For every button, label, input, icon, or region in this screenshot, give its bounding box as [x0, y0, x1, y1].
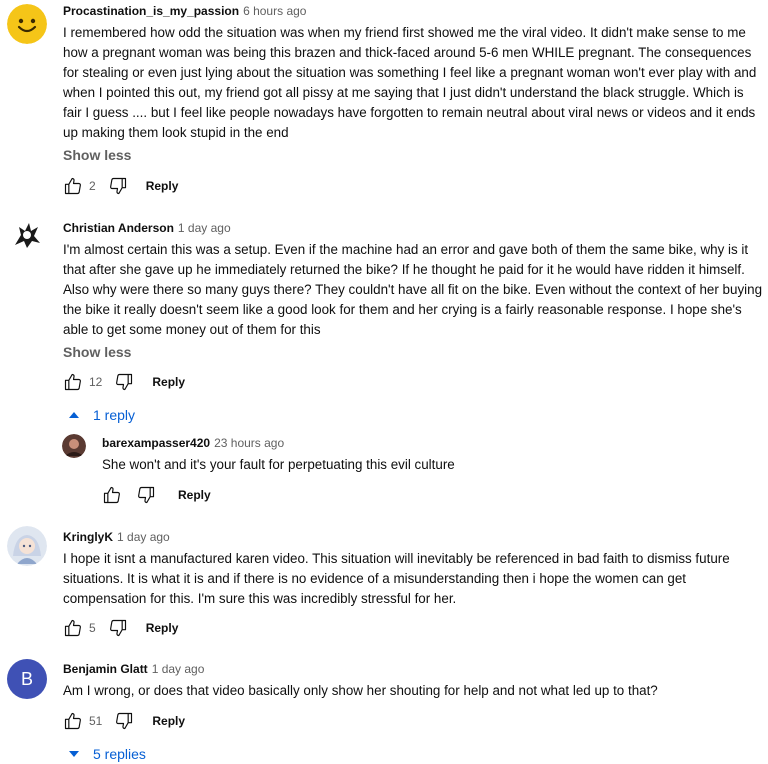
replies-count-label: 5 replies	[93, 746, 146, 762]
thumbs-down-icon	[116, 712, 133, 730]
thumbs-up-icon	[64, 619, 81, 637]
dislike-button[interactable]	[134, 483, 158, 507]
thumbs-down-icon	[138, 486, 155, 504]
comment-time[interactable]: 1 day ago	[117, 530, 170, 544]
comment-author[interactable]: Christian Anderson	[63, 221, 174, 235]
comment-actions: 5 Reply	[61, 616, 178, 640]
avatar[interactable]: B	[7, 659, 47, 699]
comment-actions: 12 Reply	[61, 370, 185, 394]
chevron-up-icon	[69, 412, 79, 418]
like-button[interactable]	[61, 709, 85, 733]
like-count: 5	[89, 621, 96, 635]
thumbs-down-icon	[116, 373, 133, 391]
anime-avatar-icon	[7, 526, 47, 566]
dislike-button[interactable]	[112, 709, 136, 733]
thumbs-down-icon	[109, 177, 126, 195]
thumbs-up-icon	[64, 373, 81, 391]
like-button[interactable]	[61, 616, 85, 640]
like-count: 12	[89, 375, 103, 389]
avatar[interactable]	[62, 434, 86, 458]
comment-text: I remembered how odd the situation was w…	[63, 25, 757, 140]
dislike-button[interactable]	[106, 174, 130, 198]
comment-actions: 51 Reply	[61, 709, 185, 733]
like-button[interactable]	[61, 174, 85, 198]
sketch-avatar-icon	[8, 216, 46, 254]
comment-text: I'm almost certain this was a setup. Eve…	[63, 242, 763, 337]
avatar[interactable]	[7, 4, 47, 44]
comment-author[interactable]: Benjamin Glatt	[63, 662, 148, 676]
comment-actions: 2 Reply	[61, 174, 178, 198]
like-button[interactable]	[100, 483, 124, 507]
thumbs-up-icon	[64, 712, 81, 730]
avatar[interactable]	[7, 526, 47, 566]
comment-time[interactable]: 6 hours ago	[243, 4, 306, 18]
avatar[interactable]	[7, 215, 47, 255]
hide-replies-button[interactable]: 1 reply	[69, 405, 135, 425]
like-count: 51	[89, 714, 103, 728]
avatar-letter: B	[20, 668, 33, 689]
reply-button[interactable]: Reply	[152, 714, 185, 728]
comment-header: Procastination_is_my_passion 6 hours ago	[63, 3, 306, 19]
show-less-button[interactable]: Show less	[63, 342, 131, 362]
show-less-button[interactable]: Show less	[63, 145, 131, 165]
comment-author[interactable]: barexampasser420	[102, 436, 210, 450]
comment-text: I hope it isnt a manufactured karen vide…	[63, 551, 730, 606]
comment-actions: Reply	[100, 483, 211, 507]
user-photo-avatar-icon	[62, 434, 86, 458]
like-count: 2	[89, 179, 96, 193]
comment-header: Christian Anderson 1 day ago	[63, 220, 231, 236]
like-button[interactable]	[61, 370, 85, 394]
comment-author[interactable]: Procastination_is_my_passion	[63, 4, 239, 18]
comment-text: Am I wrong, or does that video basically…	[63, 683, 658, 698]
reply-button[interactable]: Reply	[146, 621, 179, 635]
reply-button[interactable]: Reply	[178, 488, 211, 502]
reply-button[interactable]: Reply	[146, 179, 179, 193]
replies-count-label: 1 reply	[93, 407, 136, 423]
comment-author[interactable]: KringlyK	[63, 530, 113, 544]
thumbs-up-icon	[103, 486, 120, 504]
reply-button[interactable]: Reply	[152, 375, 185, 389]
thumbs-down-icon	[109, 619, 126, 637]
comment-header: KringlyK 1 day ago	[63, 529, 170, 545]
comment-header: barexampasser420 23 hours ago	[102, 435, 284, 451]
dislike-button[interactable]	[112, 370, 136, 394]
comment-time[interactable]: 1 day ago	[152, 662, 205, 676]
dislike-button[interactable]	[106, 616, 130, 640]
comment-header: Benjamin Glatt 1 day ago	[63, 661, 204, 677]
chevron-down-icon	[69, 751, 79, 757]
comment-time[interactable]: 23 hours ago	[214, 436, 284, 450]
comment-text: She won't and it's your fault for perpet…	[102, 457, 455, 472]
show-replies-button[interactable]: 5 replies	[69, 744, 146, 764]
comment-time[interactable]: 1 day ago	[178, 221, 231, 235]
thumbs-up-icon	[64, 177, 81, 195]
smiley-avatar-icon	[7, 4, 47, 44]
